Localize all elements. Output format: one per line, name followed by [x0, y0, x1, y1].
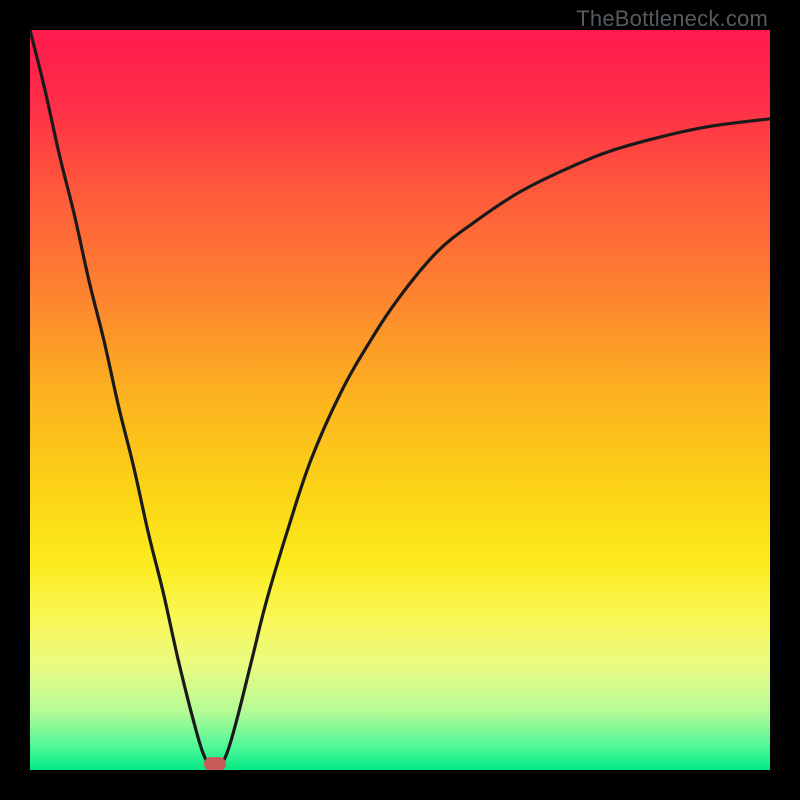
chart-frame: TheBottleneck.com [0, 0, 800, 800]
watermark-text: TheBottleneck.com [576, 6, 768, 32]
plot-area [30, 30, 770, 770]
optimal-point-marker [204, 757, 226, 770]
bottleneck-curve [30, 30, 770, 770]
